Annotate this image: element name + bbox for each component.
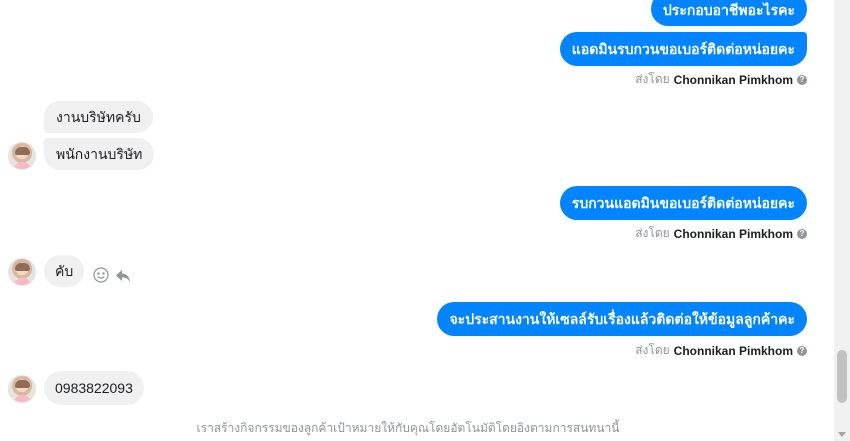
sent-by-label: ส่งโดย Chonnikan Pimkhom ? [635,70,807,89]
sent-by-prefix: ส่งโดย [635,343,670,357]
avatar-shirt [14,395,31,402]
outgoing-message[interactable]: ประกอบอาชีพอะไรคะ [650,0,807,26]
info-icon[interactable]: ? [797,345,807,356]
message-text: คับ [55,263,74,279]
incoming-message[interactable]: คับ [44,255,85,287]
message-actions [93,267,131,283]
message-text: รบกวนแอดมินขอเบอร์ติดต่อหน่อยคะ [571,195,795,211]
avatar-hair [15,380,30,388]
avatar-shirt [14,278,31,285]
message-text: งานบริษัทครับ [56,109,141,125]
incoming-message[interactable]: 0983822093 [44,371,144,405]
message-text: แอดมินรบกวนขอเบอร์ติดต่อหน่อยคะ [571,41,795,57]
user-avatar-icon[interactable] [8,258,36,286]
outgoing-message[interactable]: จะประสานงานให้เซลล์รับเรื่องแล้วติดต่อให… [437,302,807,336]
sender-name[interactable]: Chonnikan Pimkhom [674,73,793,87]
info-icon[interactable]: ? [797,228,807,239]
smile-icon[interactable] [93,267,109,283]
lead-activity-notice: เราสร้างกิจกรรมของลูกค้าเป้าหมายให้กับคุ… [196,421,620,435]
sender-name[interactable]: Chonnikan Pimkhom [674,344,793,358]
scroll-down-arrow-icon[interactable] [838,432,846,437]
sent-by-label: ส่งโดย Chonnikan Pimkhom ? [635,224,807,243]
incoming-message[interactable]: งานบริษัทครับ [44,101,153,133]
sent-by-label: ส่งโดย Chonnikan Pimkhom ? [635,341,807,360]
outgoing-message[interactable]: รบกวนแอดมินขอเบอร์ติดต่อหน่อยคะ [559,186,807,220]
sent-by-prefix: ส่งโดย [635,72,670,86]
message-text: จะประสานงานให้เซลล์รับเรื่องแล้วติดต่อให… [449,311,795,327]
sender-name[interactable]: Chonnikan Pimkhom [674,227,793,241]
scrollbar-thumb[interactable] [837,350,847,403]
outgoing-message[interactable]: แอดมินรบกวนขอเบอร์ติดต่อหน่อยคะ [559,32,807,66]
message-text: พนักงานบริษัท [56,146,143,162]
user-avatar-icon[interactable] [8,375,36,403]
avatar-hair [15,263,30,271]
info-icon[interactable]: ? [797,74,807,85]
message-text: 0983822093 [55,380,133,396]
vertical-scrollbar[interactable] [834,0,850,441]
message-text: ประกอบอาชีพอะไรคะ [662,2,795,18]
chat-thread: ประกอบอาชีพอะไรคะ แอดมินรบกวนขอเบอร์ติดต… [0,0,834,441]
user-avatar-icon[interactable] [8,142,36,170]
incoming-message[interactable]: พนักงานบริษัท [44,138,155,170]
avatar-hair [15,147,30,155]
reply-icon[interactable] [115,267,131,283]
avatar-shirt [14,162,31,169]
sent-by-prefix: ส่งโดย [635,226,670,240]
